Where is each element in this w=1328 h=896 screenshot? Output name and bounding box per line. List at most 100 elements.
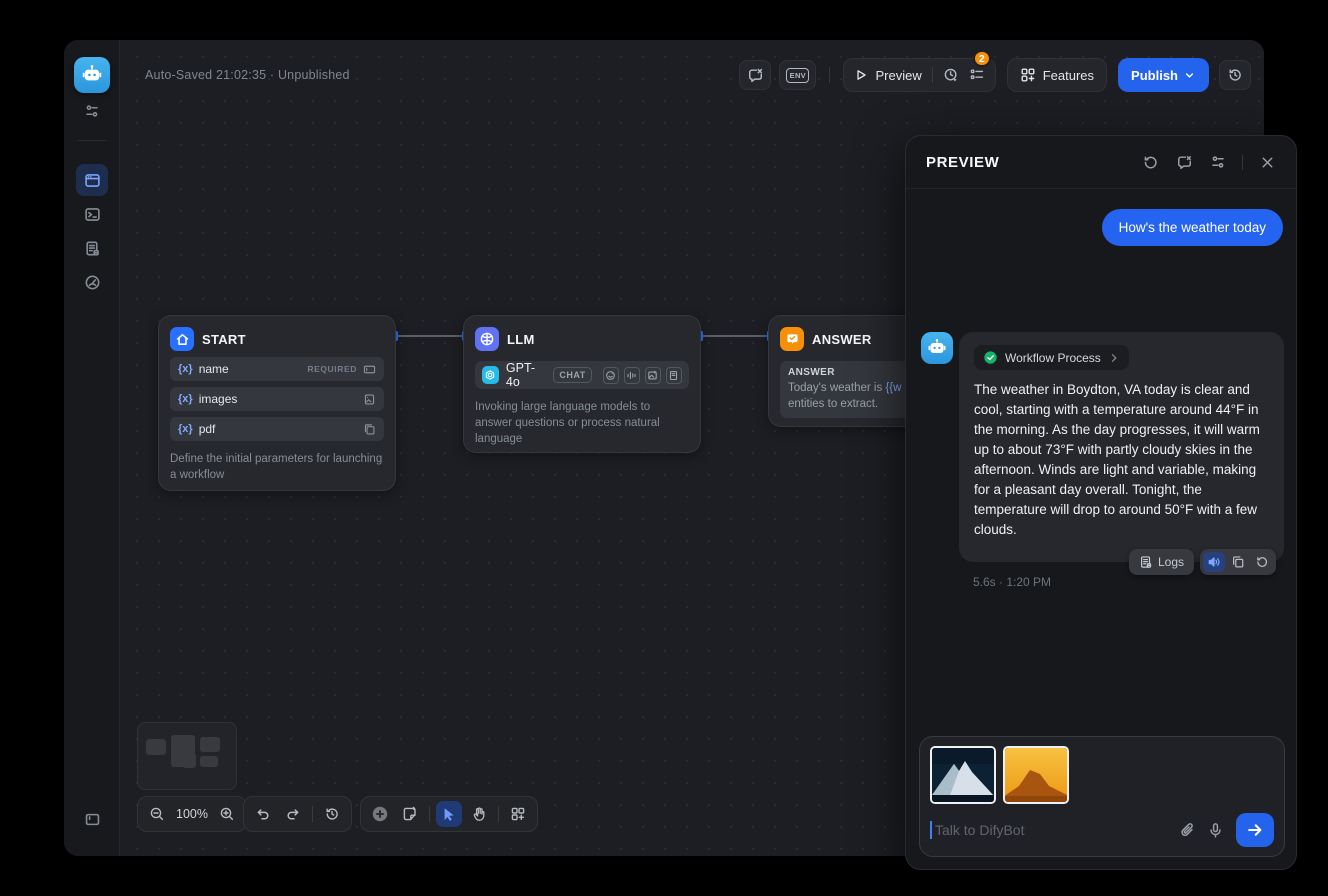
field-row-images[interactable]: {x} images <box>170 387 384 411</box>
clear-annotation-button[interactable] <box>739 60 771 90</box>
restart-conversation-icon[interactable] <box>1137 149 1163 175</box>
speaker-icon[interactable] <box>1203 552 1225 572</box>
features-button[interactable]: Features <box>1007 58 1107 92</box>
controls-divider <box>429 806 430 822</box>
model-name: GPT-4o <box>506 361 546 389</box>
field-row-name[interactable]: {x} name REQUIRED <box>170 357 384 381</box>
add-note-icon[interactable] <box>397 801 423 827</box>
file-copy-icon <box>363 423 376 436</box>
sidebar-divider <box>78 140 106 141</box>
topbar-actions: ENV Preview <box>739 58 1251 92</box>
preview-panel: PREVIEW How's the weather today <box>905 135 1297 870</box>
audio-capability-icon <box>624 367 640 384</box>
workflow-process-label: Workflow Process <box>1005 351 1101 365</box>
openai-icon <box>482 366 499 384</box>
field-row-pdf[interactable]: {x} pdf <box>170 417 384 441</box>
close-icon[interactable] <box>1254 149 1280 175</box>
chat-mode-badge: CHAT <box>553 367 591 383</box>
env-variables-button[interactable]: ENV <box>779 60 816 90</box>
zoom-out-icon[interactable] <box>144 801 170 827</box>
message-action-group <box>1200 549 1276 575</box>
paperclip-icon[interactable] <box>1173 816 1201 844</box>
bot-message-column: Workflow Process The weather in Boydton,… <box>959 332 1284 589</box>
variable-prefix: {x} <box>178 423 193 435</box>
topbar-divider <box>829 67 830 83</box>
topbar: Auto-Saved 21:02:35 · Unpublished ENV <box>120 40 1264 110</box>
document-capability-icon <box>666 367 682 384</box>
minimap[interactable] <box>137 722 237 790</box>
field-name: pdf <box>199 422 216 436</box>
mic-icon[interactable] <box>1201 816 1229 844</box>
chat-input-row <box>930 812 1274 848</box>
version-history-button[interactable] <box>1219 60 1251 90</box>
sidebar-item-logs[interactable] <box>76 232 108 264</box>
chat-input[interactable] <box>935 822 1173 838</box>
answer-icon <box>780 327 804 351</box>
minimap-node <box>200 756 218 767</box>
send-button[interactable] <box>1236 813 1274 847</box>
variable-prefix: {x} <box>178 363 193 375</box>
add-node-icon[interactable] <box>367 801 393 827</box>
undo-icon[interactable] <box>250 801 276 827</box>
features-button-label: Features <box>1043 68 1094 83</box>
workflow-process-toggle[interactable]: Workflow Process <box>974 345 1129 370</box>
annotation-icon <box>747 67 764 84</box>
home-icon <box>170 327 194 351</box>
checklist-icon[interactable] <box>969 67 985 83</box>
preview-button-label: Preview <box>875 68 921 83</box>
play-icon <box>854 68 868 82</box>
node-start[interactable]: START {x} name REQUIRED {x} images {x} p… <box>158 315 396 491</box>
copy-icon[interactable] <box>1227 552 1249 572</box>
node-start-header: START <box>170 327 384 351</box>
node-start-title: START <box>202 332 246 347</box>
preview-button[interactable]: Preview <box>854 68 921 83</box>
attachment-thumbnail-mountain-sunset[interactable] <box>1003 746 1069 804</box>
message-actions: Logs <box>1129 549 1276 575</box>
sidebar-item-monitoring[interactable] <box>76 266 108 298</box>
clear-chat-icon[interactable] <box>1171 149 1197 175</box>
field-name: images <box>199 392 238 406</box>
preview-header: PREVIEW <box>906 136 1296 189</box>
workflow-settings-icon[interactable] <box>76 95 108 127</box>
edge-start-llm <box>397 335 463 337</box>
pointer-mode-icon[interactable] <box>436 801 462 827</box>
node-answer-title: ANSWER <box>812 332 872 347</box>
bot-avatar <box>921 332 953 364</box>
robot-icon <box>926 337 948 359</box>
publish-button[interactable]: Publish <box>1118 58 1209 92</box>
canvas-tools <box>360 796 538 832</box>
field-name: name <box>199 362 229 376</box>
node-start-description: Define the initial parameters for launch… <box>170 451 384 483</box>
edge-llm-answer <box>702 335 768 337</box>
attachment-thumbnail-mountain-night[interactable] <box>930 746 996 804</box>
node-llm[interactable]: LLM GPT-4o CHAT <box>463 315 701 453</box>
autosave-status: Auto-Saved 21:02:35 · Unpublished <box>145 68 350 82</box>
text-input-icon <box>363 363 376 376</box>
sidebar-item-orchestrate[interactable] <box>76 164 108 196</box>
zoom-level[interactable]: 100% <box>174 807 210 821</box>
answer-variable-part: {{w <box>885 382 901 394</box>
logs-doc-icon <box>1139 555 1153 569</box>
zoom-in-icon[interactable] <box>214 801 240 827</box>
history-icon[interactable] <box>319 801 345 827</box>
collapse-sidebar-icon[interactable] <box>76 803 108 835</box>
features-icon <box>1020 67 1036 83</box>
regenerate-icon[interactable] <box>1251 552 1273 572</box>
logs-button[interactable]: Logs <box>1129 549 1194 575</box>
attached-images <box>930 746 1274 804</box>
organize-blocks-icon[interactable] <box>505 801 531 827</box>
run-history-icon[interactable] <box>943 67 959 83</box>
bot-message-row: Workflow Process The weather in Boydton,… <box>921 332 1284 589</box>
hand-mode-icon[interactable] <box>466 801 492 827</box>
node-llm-description: Invoking large language models to answer… <box>475 399 689 447</box>
model-selector[interactable]: GPT-4o CHAT <box>475 361 689 389</box>
preview-group-divider <box>932 67 933 83</box>
chat-input-box <box>919 736 1285 857</box>
bot-message-bubble: Workflow Process The weather in Boydton,… <box>959 332 1284 562</box>
redo-icon[interactable] <box>280 801 306 827</box>
app-logo[interactable] <box>74 57 110 93</box>
required-tag: REQUIRED <box>307 364 357 374</box>
zoom-controls: 100% <box>137 796 247 832</box>
chat-settings-icon[interactable] <box>1205 149 1231 175</box>
sidebar-item-api[interactable] <box>76 198 108 230</box>
